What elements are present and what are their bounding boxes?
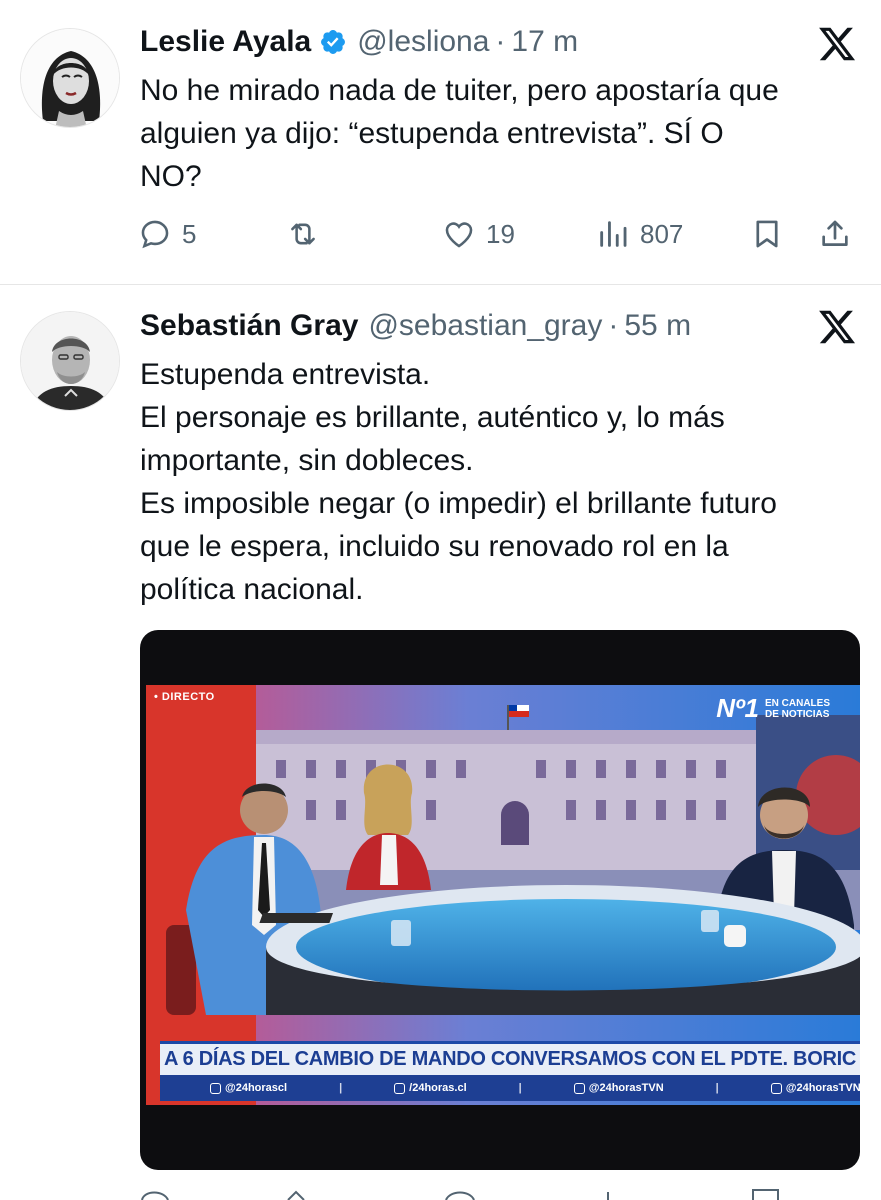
tweet-text-line: El personaje es brillante, auténtico y, … (140, 401, 725, 434)
display-name[interactable]: Leslie Ayala (140, 25, 311, 59)
tiktok-icon (770, 1082, 782, 1094)
repost-button[interactable] (286, 212, 320, 256)
tweet-text: No he mirado nada de tuiter, pero aposta… (140, 69, 865, 198)
instagram-handle: @24horascl (210, 1082, 287, 1094)
social-handle-text: @24horasTVN (785, 1082, 860, 1094)
tv-screen: • DIRECTO Nº1 EN CANALES DE NOTICIAS A 6… (146, 685, 860, 1105)
like-count: 19 (486, 218, 515, 249)
verified-badge-icon (319, 28, 347, 56)
channel-rank-caption-line: EN CANALES (764, 697, 830, 709)
repost-icon (291, 223, 315, 245)
handle[interactable]: @sebastian_gray (368, 309, 602, 343)
social-handle-text: /24horas.cl (409, 1082, 467, 1094)
heart-icon (445, 222, 473, 248)
separator-bar: | (518, 1082, 522, 1094)
x-icon (573, 1082, 585, 1094)
avatar[interactable] (20, 28, 120, 128)
separator-dot: · (608, 309, 619, 342)
instagram-icon (210, 1082, 221, 1094)
tweet-text-line: importante, sin dobleces. (140, 444, 474, 477)
channel-rank: Nº1 (716, 693, 759, 723)
tweet-text-line: alguien ya dijo: “estupenda entrevista”.… (140, 117, 724, 150)
tweet-text-line: política nacional. (140, 573, 364, 606)
views-count: 807 (640, 218, 684, 249)
news-headline-banner: A 6 DÍAS DEL CAMBIO DE MANDO CONVERSAMOS… (160, 1041, 860, 1075)
channel-rank-caption-line: DE NOTICIAS (764, 708, 830, 720)
x-logo-icon (817, 307, 857, 347)
avatar[interactable] (20, 311, 120, 411)
display-name[interactable]: Sebastián Gray (140, 309, 358, 343)
live-label: • DIRECTO (154, 691, 215, 703)
views-icon (600, 221, 627, 247)
bookmark-button[interactable] (750, 212, 784, 256)
timestamp[interactable]: 17 m (511, 25, 578, 59)
tweet-text: Estupenda entrevista. El personaje es br… (140, 353, 865, 611)
tweet-actions: 5 19 807 (138, 212, 858, 256)
reply-count: 5 (182, 218, 197, 249)
share-button[interactable] (818, 212, 852, 256)
facebook-icon (394, 1082, 406, 1094)
tweet-text-line: que le espera, incluido su renovado rol … (140, 530, 729, 563)
tweet-text-line: Estupenda entrevista. (140, 358, 431, 391)
separator-bar: | (715, 1082, 719, 1094)
tweet-text-line: No he mirado nada de tuiter, pero aposta… (140, 74, 779, 107)
tweet-header: Sebastián Gray @sebastian_gray · 55 m (140, 306, 691, 346)
tweet-1[interactable]: Leslie Ayala @lesliona · 17 m No he mira… (0, 0, 881, 284)
tiktok-handle: @24horasTVN (770, 1082, 860, 1094)
views-button[interactable]: 807 (596, 212, 683, 256)
tweet-header: Leslie Ayala @lesliona · 17 m (140, 22, 578, 62)
separator-dot: · (495, 25, 506, 58)
facebook-handle: /24horas.cl (394, 1082, 467, 1094)
bookmark-icon (756, 220, 778, 248)
tweet-media-photo[interactable]: • DIRECTO Nº1 EN CANALES DE NOTICIAS A 6… (140, 630, 860, 1170)
tweet-text-line: NO? (140, 160, 202, 193)
separator-bar: | (339, 1082, 343, 1094)
reply-icon (141, 220, 169, 249)
social-handles-bar: @24horascl | /24horas.cl | @24horasTVN |… (160, 1075, 860, 1101)
channel-rank-caption: EN CANALES DE NOTICIAS (765, 698, 830, 720)
x-handle: @24horasTVN (573, 1082, 664, 1094)
reply-button[interactable]: 5 (138, 212, 196, 256)
share-icon (822, 220, 848, 246)
social-handle-text: @24horasTVN (588, 1082, 664, 1094)
news-headline: A 6 DÍAS DEL CAMBIO DE MANDO CONVERSAMOS… (164, 1048, 856, 1070)
channel-rank-badge: Nº1 EN CANALES DE NOTICIAS (716, 693, 830, 724)
tweet-actions-cropped (138, 1186, 858, 1200)
like-button[interactable]: 19 (442, 212, 515, 256)
social-handle-text: @24horascl (225, 1082, 288, 1094)
timestamp[interactable]: 55 m (624, 309, 691, 343)
handle[interactable]: @lesliona (357, 25, 489, 59)
tweet-text-line: Es imposible negar (o impedir) el brilla… (140, 487, 777, 520)
x-logo-icon (817, 24, 857, 64)
